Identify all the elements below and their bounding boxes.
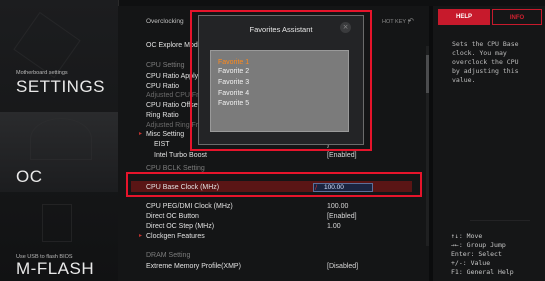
settings-caption: Motherboard settings <box>16 70 68 76</box>
help-text: Sets the CPU Base clock. You may overclo… <box>452 40 519 84</box>
expand-bullet-icon: ▸ <box>139 131 143 137</box>
key-hints: ↑↓: Move →←: Group Jump Enter: Select +/… <box>451 232 514 276</box>
mflash-title: M-FLASH <box>16 259 95 278</box>
oc-pane[interactable]: OC <box>0 112 118 192</box>
setting-label: Direct OC Step (MHz) <box>146 223 215 230</box>
setting-value: [Disabled] <box>327 263 359 270</box>
undo-icon[interactable]: ↶ <box>408 17 414 25</box>
setting-value: [Enabled] <box>327 152 357 159</box>
setting-row[interactable]: Extreme Memory Profile(XMP) [Disabled] <box>146 262 416 271</box>
tab-info[interactable]: INFO <box>492 9 542 25</box>
tab-help[interactable]: HELP <box>438 9 490 25</box>
settings-pane[interactable]: Motherboard settings SETTINGS <box>0 0 118 112</box>
setting-row[interactable]: CPU PEG/DMI Clock (MHz) 100.00 <box>146 202 416 211</box>
tools-icon <box>13 11 81 79</box>
mflash-pane[interactable]: Use USB to flash BIOS M-FLASH <box>0 192 118 281</box>
scrollbar-thumb[interactable] <box>426 55 429 93</box>
expand-bullet-icon: ▸ <box>139 233 143 239</box>
setting-label: CPU Setting <box>146 62 185 69</box>
settings-title: SETTINGS <box>16 77 106 96</box>
setting-label: Clockgen Features <box>146 233 205 240</box>
setting-value: 100.00 <box>327 203 349 210</box>
setting-label: Extreme Memory Profile(XMP) <box>146 263 241 270</box>
gauge-icon <box>30 118 92 160</box>
annotation-frame-base-clock <box>126 172 422 197</box>
breadcrumb: Overclocking <box>146 18 184 25</box>
left-nav-panel: Motherboard settings SETTINGS OC Use USB… <box>0 0 119 281</box>
setting-row[interactable]: Intel Turbo Boost [Enabled] <box>146 151 416 160</box>
setting-label: Intel Turbo Boost <box>154 152 207 159</box>
setting-label: Ring Ratio <box>146 112 179 119</box>
setting-label: DRAM Setting <box>146 252 191 259</box>
usb-icon <box>42 204 72 242</box>
setting-label: CPU Ratio <box>146 83 180 90</box>
setting-value: 1.00 <box>327 223 341 230</box>
hotkey-label[interactable]: HOT KEY | <box>382 19 409 25</box>
setting-row[interactable]: ▸ Clockgen Features <box>139 232 416 241</box>
setting-row[interactable]: Direct OC Step (MHz) 1.00 <box>146 222 416 231</box>
setting-label: Direct OC Button <box>146 213 199 220</box>
setting-label: Misc Setting <box>146 131 185 138</box>
annotation-frame-dialog <box>190 10 372 151</box>
oc-title: OC <box>16 167 43 186</box>
setting-value: [Enabled] <box>327 213 357 220</box>
setting-label: CPU PEG/DMI Clock (MHz) <box>146 203 233 210</box>
setting-label: EIST <box>154 141 170 148</box>
setting-row[interactable]: DRAM Setting <box>146 251 416 260</box>
setting-row[interactable]: Direct OC Button [Enabled] <box>146 212 416 221</box>
divider-arrow-icon <box>470 214 530 221</box>
